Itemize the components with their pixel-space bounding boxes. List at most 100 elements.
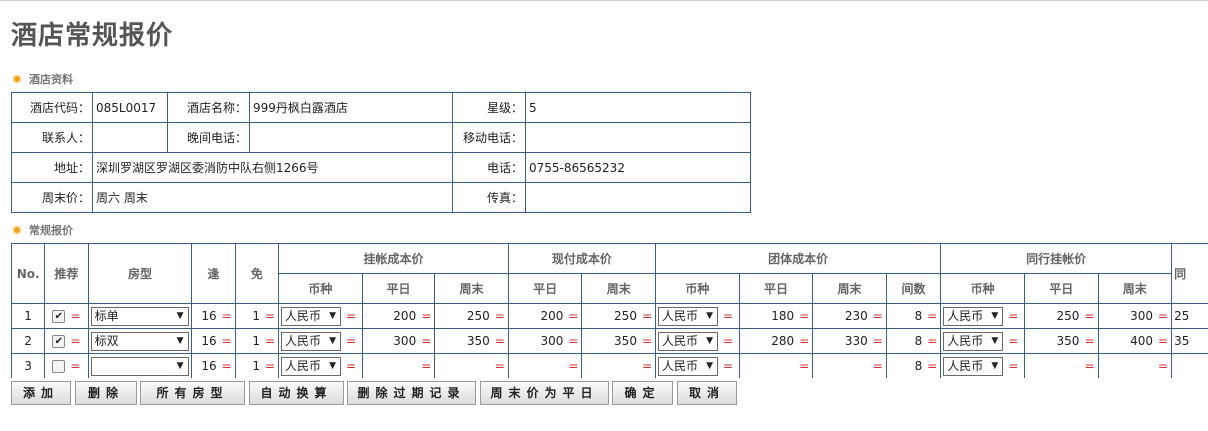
group-weekend-cell[interactable]: 230 = [812,303,887,329]
currency-select[interactable]: 人民币 ▼ [943,356,1004,376]
recommend-checkbox[interactable]: ✔ [52,335,66,348]
currency-select[interactable]: 人民币 ▼ [943,306,1004,326]
col-group-cost: 团体成本价 [655,243,942,274]
chevron-down-icon: ▼ [706,310,714,321]
sub-weekend: 周末 [812,273,887,304]
group-rooms-cell[interactable]: 8 = [885,328,942,354]
group-weekday-cell[interactable]: = [738,353,814,378]
equals-sign: = [1084,359,1095,373]
peer-weekday-value: 350 [1056,334,1080,348]
room-type-select[interactable]: 标双 ▼ [90,331,189,351]
recommend-checkbox[interactable]: ✔ [52,310,66,323]
weekend-label: 周末价： [11,182,93,213]
peer-weekday-cell[interactable]: 350 = [1023,328,1099,354]
equals-sign: = [1008,333,1019,348]
currency-cell: 人民币 ▼ = [940,328,1025,354]
mian-cell[interactable]: 1 = [234,353,280,378]
listed-weekend-cell[interactable]: 250 = [434,303,509,329]
col-room-type: 房型 [87,243,193,304]
peer-weekend-cell[interactable]: 300 = [1097,303,1173,329]
chevron-down-icon: ▼ [991,335,999,346]
peer-cut-cell[interactable] [1171,353,1208,378]
mian-cell[interactable]: 1 = [234,303,280,329]
sub-weekend: 周末 [434,273,509,304]
table-row: 3 = ▼ 16 = 1 = 人民币 ▼ = = = = = 人民币 ▼ = = = 8 = 人民币 ▼ = = = [11,353,1208,378]
confirm-button[interactable]: 确定 [612,381,673,405]
peer-cut-cell[interactable]: 35 [1171,328,1208,354]
group-weekday-value: 280 [771,334,795,348]
group-weekday-cell[interactable]: 280 = [738,328,814,354]
currency-select[interactable]: 人民币 ▼ [658,306,719,326]
currency-select[interactable]: 人民币 ▼ [281,356,342,376]
equals-sign: = [641,359,653,373]
currency-select[interactable]: 人民币 ▼ [943,331,1004,351]
currency-select[interactable]: 人民币 ▼ [281,306,342,326]
group-rooms-cell[interactable]: 8 = [885,353,942,378]
group-weekday-cell[interactable]: 180 = [738,303,814,329]
price-table-viewport[interactable]: No. 推荐 房型 逢 免 挂帐成本价 现付成本价 团体成本价 同行挂帐价 同 … [11,243,1208,378]
auto-convert-button[interactable]: 自动换算 [249,381,344,405]
hotel-name: 999丹枫白露酒店 [249,92,453,123]
room-type-select[interactable]: ▼ [90,356,189,376]
cancel-button[interactable]: 取消 [677,381,737,405]
fax-value [525,182,751,213]
group-weekend-cell[interactable]: 330 = [812,328,887,354]
room-type-select[interactable]: 标单 ▼ [90,306,189,326]
listed-weekday-cell[interactable]: 300 = [361,328,436,354]
delete-button[interactable]: 删除 [75,381,137,405]
cash-weekday-value: 300 [540,334,564,348]
listed-weekend-cell[interactable]: 350 = [434,328,509,354]
hotel-name-label: 酒店名称： [167,92,250,123]
group-rooms-value: 8 [914,359,923,373]
feng-cell[interactable]: 16 = [191,353,236,378]
cash-weekend-cell[interactable]: 250 = [581,303,657,329]
currency-cell: 人民币 ▼ = [655,328,740,354]
weekend-as-weekday-button[interactable]: 周末价为平日 [480,381,609,405]
peer-weekend-cell[interactable]: 400 = [1097,328,1173,354]
currency-cell: 人民币 ▼ = [655,353,740,378]
page-title: 酒店常规报价 [11,21,174,51]
currency-select[interactable]: 人民币 ▼ [658,331,719,351]
group-weekend-cell[interactable]: = [812,353,887,378]
sub-weekend: 周末 [581,273,657,304]
peer-weekday-value: 250 [1056,309,1080,323]
add-button[interactable]: 添加 [11,381,71,405]
bullet-icon [14,227,20,233]
equals-sign: = [1158,309,1169,323]
address-value: 深圳罗湖区罗湖区委消防中队右侧1266号 [92,152,453,183]
equals-sign: = [221,334,232,348]
fax-label: 传真： [452,182,526,213]
mian-cell[interactable]: 1 = [234,328,280,354]
listed-weekday-cell[interactable]: 200 = [361,303,436,329]
currency-select[interactable]: 人民币 ▼ [281,331,342,351]
equals-sign: = [1158,334,1169,348]
chevron-down-icon: ▼ [706,360,714,371]
equals-sign: = [568,309,579,323]
hotel-info-table: 酒店代码： 085L0017 酒店名称： 999丹枫白露酒店 星级： 5 联系人… [11,92,751,213]
cash-weekday-cell[interactable]: 300 = [507,328,583,354]
night-phone-value [249,122,453,153]
equals-sign: = [723,333,734,348]
cash-weekday-cell[interactable]: 200 = [507,303,583,329]
listed-weekend-cell[interactable]: = [434,353,509,378]
peer-weekday-cell[interactable]: = [1023,353,1099,378]
feng-cell[interactable]: 16 = [191,303,236,329]
phone-label: 电话： [452,152,526,183]
all-room-types-button[interactable]: 所有房型 [140,381,245,405]
group-rooms-cell[interactable]: 8 = [885,303,942,329]
equals-sign: = [799,309,810,323]
currency-select[interactable]: 人民币 ▼ [658,356,719,376]
listed-weekday-cell[interactable]: = [361,353,436,378]
peer-weekday-cell[interactable]: 250 = [1023,303,1099,329]
equals-sign: = [927,309,938,323]
cash-weekday-cell[interactable]: = [507,353,583,378]
cash-weekend-cell[interactable]: 350 = [581,328,657,354]
delete-expired-button[interactable]: 删除过期记录 [347,381,476,405]
col-cash-cost: 现付成本价 [507,243,657,274]
cash-weekend-cell[interactable]: = [581,353,657,378]
equals-sign: = [346,333,357,348]
recommend-checkbox[interactable] [52,360,66,373]
feng-cell[interactable]: 16 = [191,328,236,354]
peer-weekend-cell[interactable]: = [1097,353,1173,378]
peer-cut-cell[interactable]: 25 [1171,303,1208,329]
